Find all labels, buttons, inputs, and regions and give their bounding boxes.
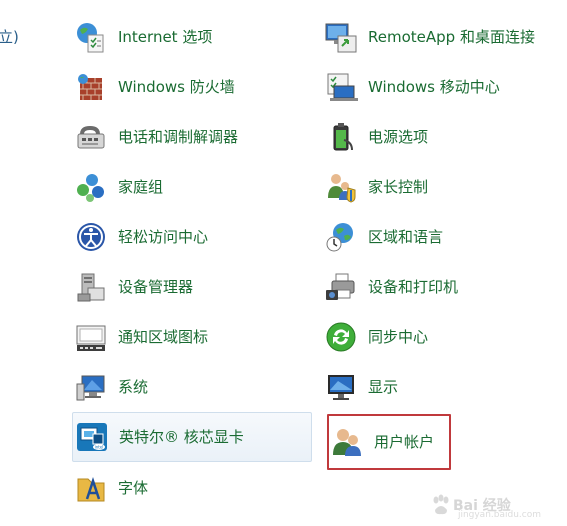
- item-system[interactable]: 系统: [72, 365, 312, 409]
- label-sync-center: 同步中心: [368, 328, 429, 346]
- item-phone-modem[interactable]: 电话和调制解调器: [72, 115, 312, 159]
- label-device-manager: 设备管理器: [118, 278, 194, 296]
- mobility-center-icon: [324, 70, 358, 104]
- power-options-icon: [324, 120, 358, 154]
- item-sync-center[interactable]: 同步中心: [322, 315, 562, 359]
- item-power-options[interactable]: 电源选项: [322, 115, 562, 159]
- user-accounts-icon: [330, 425, 364, 459]
- region-language-icon: [324, 220, 358, 254]
- label-fonts: 字体: [118, 479, 149, 497]
- item-display[interactable]: 显示: [322, 365, 562, 409]
- label-internet-options: Internet 选项: [118, 28, 213, 46]
- label-intel-graphics: 英特尔® 核芯显卡: [119, 428, 244, 446]
- item-fonts[interactable]: 字体: [72, 466, 312, 510]
- sync-center-icon: [324, 320, 358, 354]
- internet-options-icon: [74, 20, 108, 54]
- item-remoteapp[interactable]: RemoteApp 和桌面连接: [322, 15, 562, 59]
- item-ease-of-access[interactable]: 轻松访问中心: [72, 215, 312, 259]
- parental-controls-icon: [324, 170, 358, 204]
- label-devices-printers: 设备和打印机: [368, 278, 459, 296]
- label-power-options: 电源选项: [368, 128, 429, 146]
- intel-graphics-icon: intel: [75, 420, 109, 454]
- item-devices-printers[interactable]: 设备和打印机: [322, 265, 562, 309]
- item-homegroup[interactable]: 家庭组: [72, 165, 312, 209]
- device-manager-icon: [74, 270, 108, 304]
- item-user-accounts[interactable]: 用户帐户: [327, 414, 451, 470]
- label-user-accounts: 用户帐户: [374, 433, 435, 451]
- item-device-manager[interactable]: 设备管理器: [72, 265, 312, 309]
- item-parental-controls[interactable]: 家长控制: [322, 165, 562, 209]
- label-display: 显示: [368, 378, 399, 396]
- cut-off-text: 立): [0, 28, 19, 46]
- label-mobility-center: Windows 移动中心: [368, 78, 500, 96]
- firewall-icon: [74, 70, 108, 104]
- item-windows-firewall[interactable]: Windows 防火墙: [72, 65, 312, 109]
- label-windows-firewall: Windows 防火墙: [118, 78, 235, 96]
- item-region-language[interactable]: 区域和语言: [322, 215, 562, 259]
- label-parental-controls: 家长控制: [368, 178, 429, 196]
- phone-modem-icon: [74, 120, 108, 154]
- display-icon: [324, 370, 358, 404]
- label-remoteapp: RemoteApp 和桌面连接: [368, 28, 535, 46]
- item-internet-options[interactable]: Internet 选项: [72, 15, 312, 59]
- svg-text:intel: intel: [95, 445, 104, 450]
- label-phone-modem: 电话和调制解调器: [118, 128, 239, 146]
- label-system: 系统: [118, 378, 149, 396]
- item-notification-area[interactable]: 通知区域图标: [72, 315, 312, 359]
- devices-printers-icon: [324, 270, 358, 304]
- baidu-paw-icon: [433, 494, 449, 515]
- homegroup-icon: [74, 170, 108, 204]
- notification-area-icon: [74, 320, 108, 354]
- system-icon: [74, 370, 108, 404]
- item-intel-graphics[interactable]: intel 英特尔® 核芯显卡: [72, 412, 312, 462]
- ease-of-access-icon: [74, 220, 108, 254]
- label-homegroup: 家庭组: [118, 178, 164, 196]
- label-region-language: 区域和语言: [368, 228, 444, 246]
- label-notification-area: 通知区域图标: [118, 328, 209, 346]
- fonts-icon: [74, 471, 108, 505]
- baidu-watermark: Bai 经验 jingyan.baidu.com: [431, 490, 541, 520]
- watermark-url: jingyan.baidu.com: [457, 510, 541, 520]
- item-mobility-center[interactable]: Windows 移动中心: [322, 65, 562, 109]
- remoteapp-icon: [324, 20, 358, 54]
- label-ease-of-access: 轻松访问中心: [118, 228, 209, 246]
